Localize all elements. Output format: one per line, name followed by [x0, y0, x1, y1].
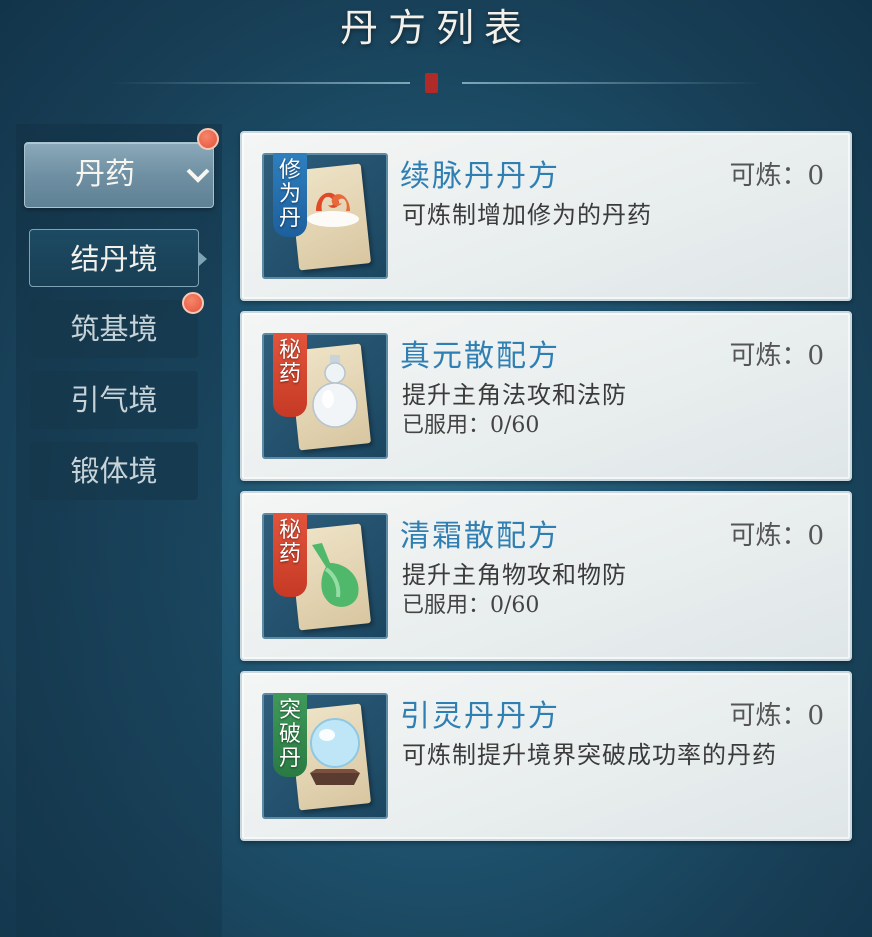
recipe-description: 提升主角物攻和物防	[402, 561, 627, 589]
category-dropdown-label: 丹药	[75, 157, 135, 192]
recipe-description: 可炼制增加修为的丹药	[402, 201, 652, 229]
notification-dot	[182, 292, 204, 314]
craftable-count: 可炼：0	[729, 341, 824, 371]
recipe-icon-frame: 秘药	[262, 513, 388, 639]
category-tag: 秘药	[273, 333, 307, 417]
realm-tab-zhuji[interactable]: 筑基境	[30, 300, 198, 358]
craftable-count: 可炼：0	[729, 521, 824, 551]
recipe-name: 清霜散配方	[400, 519, 560, 554]
category-tag: 秘药	[273, 513, 307, 597]
recipe-name: 引灵丹丹方	[400, 699, 560, 734]
recipe-name: 续脉丹丹方	[400, 159, 560, 194]
title-divider-left	[110, 82, 410, 84]
recipe-icon-frame: 突破丹	[262, 693, 388, 819]
notification-dot	[197, 128, 219, 150]
recipe-icon-frame: 秘药	[262, 333, 388, 459]
consumed-count: 已服用：0/60	[402, 593, 540, 618]
category-tag: 修为丹	[273, 153, 307, 237]
recipe-name: 真元散配方	[400, 339, 560, 374]
title-divider-right	[462, 82, 762, 84]
category-tag: 突破丹	[273, 693, 307, 777]
recipe-description: 可炼制提升境界突破成功率的丹药	[402, 741, 777, 769]
recipe-description: 提升主角法攻和法防	[402, 381, 627, 409]
recipe-icon-frame: 修为丹	[262, 153, 388, 279]
crystal-orb-icon	[310, 718, 360, 785]
green-gourd-bottle-icon	[312, 543, 359, 607]
recipe-card[interactable]: 秘药 真元散配方 可炼：0 提升主角法攻和法防 已服用：0/60	[240, 311, 852, 481]
craftable-count: 可炼：0	[729, 161, 824, 191]
realm-tab-duanti[interactable]: 锻体境	[30, 442, 198, 500]
chevron-down-icon	[186, 168, 210, 183]
recipe-card[interactable]: 突破丹 引灵丹丹方 可炼：0 可炼制提升境界突破成功率的丹药	[240, 671, 852, 841]
consumed-count: 已服用：0/60	[402, 413, 540, 438]
recipe-card[interactable]: 秘药 清霜散配方 可炼：0 提升主角物攻和物防 已服用：0/60	[240, 491, 852, 661]
category-dropdown[interactable]: 丹药	[24, 142, 214, 208]
realm-tab-yinqi[interactable]: 引气境	[30, 371, 198, 429]
white-gourd-bottle-icon	[312, 355, 358, 428]
red-seal-icon	[425, 73, 438, 93]
realm-tab-jiedan[interactable]: 结丹境	[29, 229, 207, 287]
red-swirl-pill-icon	[307, 192, 359, 227]
page-title: 丹方列表	[339, 6, 532, 50]
recipe-card[interactable]: 修为丹 续脉丹丹方 可炼：0 可炼制增加修为的丹药	[240, 131, 852, 301]
craftable-count: 可炼：0	[729, 701, 824, 731]
